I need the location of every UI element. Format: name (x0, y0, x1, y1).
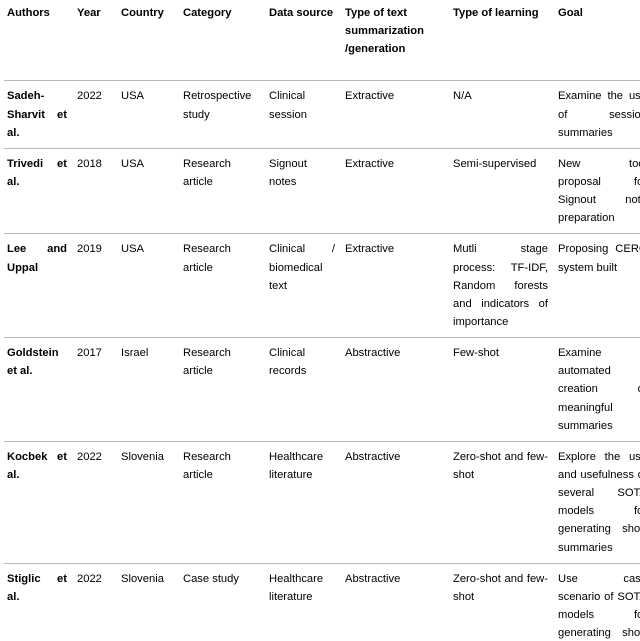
cell-learning-type: Few-shot (453, 347, 500, 360)
cell-learning-type: Zero-shot and few-shot (453, 572, 548, 603)
table-row: Lee and Uppal 2019 USA Research article … (4, 234, 640, 338)
cell-learning-type: Semi-supervised (453, 157, 537, 170)
column-header-goal: Goal (555, 0, 640, 82)
table-row: Trivedi et al. 2018 USA Research article… (4, 148, 640, 234)
column-header-learning-type: Type of learning (450, 0, 555, 82)
cell-summarization-type: Extractive (345, 157, 395, 170)
cell-category: Case study (183, 572, 239, 585)
cell-year: 2022 (77, 450, 102, 463)
cell-data-source: Clinical records (269, 347, 307, 378)
cell-authors: Stiglic et al. (7, 572, 67, 603)
table-page: Authors Year Country Category Data sourc… (0, 0, 640, 641)
cell-data-source: Signout notes (269, 157, 307, 188)
cell-data-source: Clinical / biomedical text (269, 243, 335, 292)
table-body: Sadeh-Sharvit et al. 2022 USA Retrospect… (4, 81, 640, 641)
table-row: Kocbek et al. 2022 Slovenia Research art… (4, 441, 640, 564)
column-header-data-source: Data source (266, 0, 342, 82)
cell-goal: Use case scenario of SOTA models for gen… (558, 572, 640, 640)
cell-country: Slovenia (121, 572, 164, 585)
cell-year: 2022 (77, 572, 102, 585)
cell-learning-type: Mutli stage process: TF-IDF, Random fore… (453, 243, 548, 328)
table-header-row: Authors Year Country Category Data sourc… (4, 0, 640, 82)
cell-authors: Lee and Uppal (7, 243, 67, 274)
cell-year: 2017 (77, 347, 102, 360)
column-header-summarization-type: Type of text summarization /generation (342, 0, 450, 82)
cell-goal: Explore the use and usefulness of severa… (558, 450, 640, 554)
cell-learning-type: N/A (453, 90, 472, 103)
cell-category: Research article (183, 347, 231, 378)
cell-country: USA (121, 243, 145, 256)
cell-country: Slovenia (121, 450, 164, 463)
column-header-year: Year (74, 0, 118, 82)
column-header-category: Category (180, 0, 266, 82)
cell-data-source: Healthcare literature (269, 572, 324, 603)
column-header-country: Country (118, 0, 180, 82)
cell-summarization-type: Abstractive (345, 572, 401, 585)
cell-goal: Proposing CERC system built (558, 243, 640, 274)
cell-category: Research article (183, 243, 231, 274)
cell-country: Israel (121, 347, 149, 360)
cell-summarization-type: Extractive (345, 243, 395, 256)
cell-year: 2018 (77, 157, 102, 170)
cell-year: 2022 (77, 90, 102, 103)
cell-goal: Examine automated creation of meaningful… (558, 347, 640, 432)
cell-authors: Goldstein et al. (7, 347, 59, 378)
cell-summarization-type: Abstractive (345, 347, 401, 360)
cell-summarization-type: Abstractive (345, 450, 401, 463)
cell-learning-type: Zero-shot and few-shot (453, 450, 548, 481)
cell-data-source: Clinical session (269, 90, 307, 121)
table-header: Authors Year Country Category Data sourc… (4, 0, 640, 82)
cell-authors: Trivedi et al. (7, 157, 67, 188)
cell-goal: Examine the use of session summaries (558, 90, 640, 139)
literature-review-table: Authors Year Country Category Data sourc… (4, 0, 640, 641)
cell-summarization-type: Extractive (345, 90, 395, 103)
table-row: Goldstein et al. 2017 Israel Research ar… (4, 338, 640, 442)
cell-data-source: Healthcare literature (269, 450, 324, 481)
cell-country: USA (121, 90, 145, 103)
cell-country: USA (121, 157, 145, 170)
column-header-authors: Authors (4, 0, 74, 82)
cell-category: Research article (183, 450, 231, 481)
cell-year: 2019 (77, 243, 102, 256)
cell-authors: Kocbek et al. (7, 450, 67, 481)
table-row: Sadeh-Sharvit et al. 2022 USA Retrospect… (4, 81, 640, 149)
table-row: Stiglic et al. 2022 Slovenia Case study … (4, 563, 640, 641)
cell-goal: New tool proposal for Signout note prepa… (558, 157, 640, 225)
cell-category: Retrospective study (183, 90, 252, 121)
cell-category: Research article (183, 157, 231, 188)
cell-authors: Sadeh-Sharvit et al. (7, 90, 67, 139)
